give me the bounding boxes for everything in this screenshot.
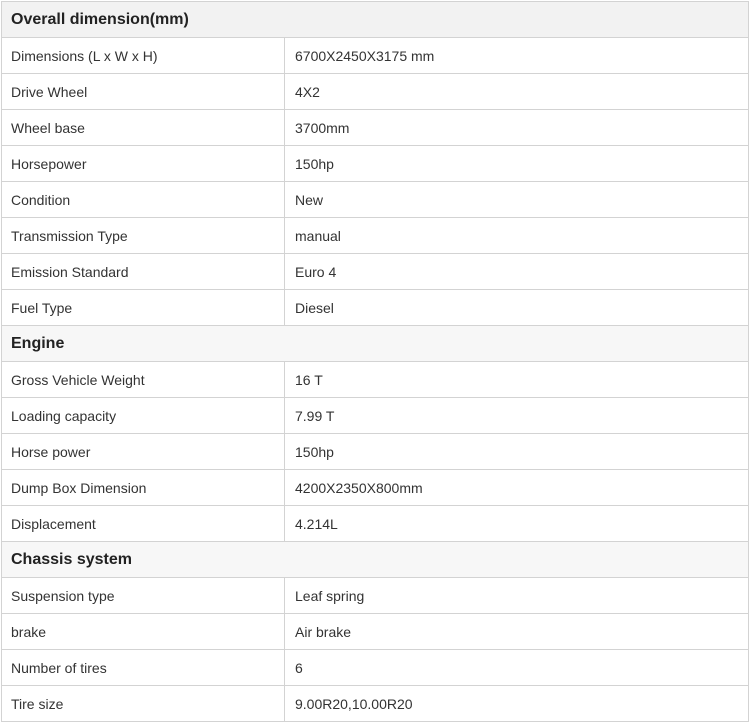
table-row: Tire size 9.00R20,10.00R20 — [1, 685, 749, 722]
section-title: Overall dimension(mm) — [1, 1, 749, 38]
row-label: Number of tires — [1, 649, 285, 686]
row-label: Tire size — [1, 685, 285, 722]
row-value: 16 T — [284, 361, 749, 398]
row-value: 150hp — [284, 433, 749, 470]
row-label: Horse power — [1, 433, 285, 470]
section-header-overall-dimension: Overall dimension(mm) — [1, 1, 749, 38]
table-row: Horsepower 150hp — [1, 145, 749, 182]
row-value: Leaf spring — [284, 577, 749, 614]
row-label: Horsepower — [1, 145, 285, 182]
row-label: brake — [1, 613, 285, 650]
table-row: Fuel Type Diesel — [1, 289, 749, 326]
section-title: Chassis system — [1, 541, 749, 578]
table-row: Dump Box Dimension 4200X2350X800mm — [1, 469, 749, 506]
spec-table-body: Overall dimension(mm) Dimensions (L x W … — [1, 1, 749, 722]
table-row: Condition New — [1, 181, 749, 218]
row-value: 150hp — [284, 145, 749, 182]
row-value: 3700mm — [284, 109, 749, 146]
row-label: Gross Vehicle Weight — [1, 361, 285, 398]
row-value: 6700X2450X3175 mm — [284, 37, 749, 74]
table-row: Horse power 150hp — [1, 433, 749, 470]
table-row: brake Air brake — [1, 613, 749, 650]
row-value: 4.214L — [284, 505, 749, 542]
row-value: Diesel — [284, 289, 749, 326]
row-label: Wheel base — [1, 109, 285, 146]
row-value: 9.00R20,10.00R20 — [284, 685, 749, 722]
row-label: Condition — [1, 181, 285, 218]
section-header-chassis-system: Chassis system — [1, 541, 749, 578]
table-row: Loading capacity 7.99 T — [1, 397, 749, 434]
row-label: Transmission Type — [1, 217, 285, 254]
row-label: Loading capacity — [1, 397, 285, 434]
row-label: Emission Standard — [1, 253, 285, 290]
row-value: Air brake — [284, 613, 749, 650]
row-value: manual — [284, 217, 749, 254]
row-value: 4200X2350X800mm — [284, 469, 749, 506]
section-title: Engine — [1, 325, 749, 362]
row-value: 6 — [284, 649, 749, 686]
row-value: Euro 4 — [284, 253, 749, 290]
row-label: Fuel Type — [1, 289, 285, 326]
row-value: 7.99 T — [284, 397, 749, 434]
row-label: Dimensions (L x W x H) — [1, 37, 285, 74]
row-label: Suspension type — [1, 577, 285, 614]
table-row: Transmission Type manual — [1, 217, 749, 254]
row-label: Dump Box Dimension — [1, 469, 285, 506]
section-header-engine: Engine — [1, 325, 749, 362]
row-value: New — [284, 181, 749, 218]
table-row: Displacement 4.214L — [1, 505, 749, 542]
table-row: Suspension type Leaf spring — [1, 577, 749, 614]
row-value: 4X2 — [284, 73, 749, 110]
row-label: Displacement — [1, 505, 285, 542]
table-row: Number of tires 6 — [1, 649, 749, 686]
table-row: Dimensions (L x W x H) 6700X2450X3175 mm — [1, 37, 749, 74]
spec-table: Overall dimension(mm) Dimensions (L x W … — [1, 1, 749, 722]
table-row: Gross Vehicle Weight 16 T — [1, 361, 749, 398]
row-label: Drive Wheel — [1, 73, 285, 110]
table-row: Emission Standard Euro 4 — [1, 253, 749, 290]
table-row: Wheel base 3700mm — [1, 109, 749, 146]
table-row: Drive Wheel 4X2 — [1, 73, 749, 110]
